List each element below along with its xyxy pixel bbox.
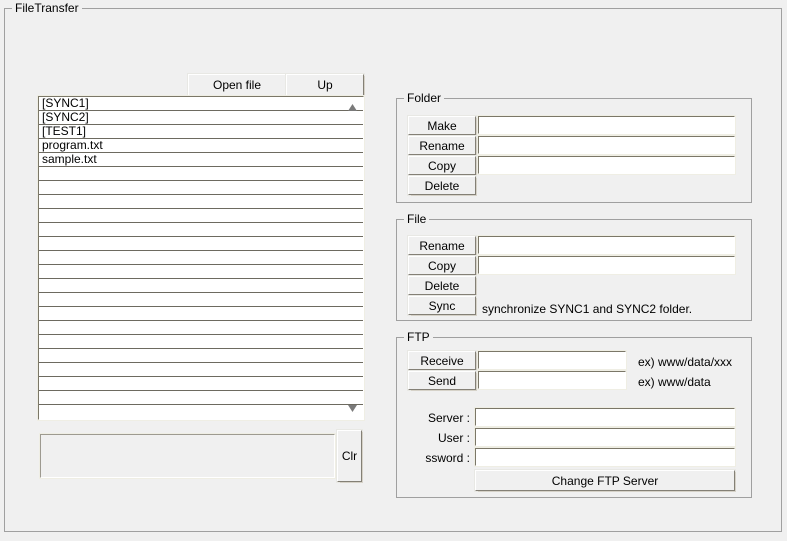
file-rename-input[interactable]	[478, 236, 735, 254]
file-list-empty-row[interactable]	[39, 279, 363, 293]
file-list-empty-row[interactable]	[39, 321, 363, 335]
folder-copy-input[interactable]	[478, 156, 735, 174]
page-title: FileTransfer	[12, 1, 82, 15]
log-output[interactable]	[40, 434, 335, 478]
folder-group-title: Folder	[404, 91, 444, 105]
ftp-user-input[interactable]	[475, 428, 735, 446]
file-list-item[interactable]: [SYNC1]	[39, 97, 363, 111]
ftp-send-input[interactable]	[478, 371, 626, 389]
ftp-receive-example-label: ex) www/data/xxx	[638, 355, 732, 369]
file-sync-button[interactable]: Sync	[408, 296, 476, 315]
folder-copy-button[interactable]: Copy	[408, 156, 476, 175]
folder-make-button[interactable]: Make	[408, 116, 476, 135]
file-list-empty-row[interactable]	[39, 265, 363, 279]
ftp-user-label: User :	[380, 431, 470, 445]
file-group-title: File	[404, 212, 429, 226]
file-list-empty-row[interactable]	[39, 195, 363, 209]
file-list-empty-row[interactable]	[39, 251, 363, 265]
file-copy-button[interactable]: Copy	[408, 256, 476, 275]
file-list-item[interactable]: [SYNC2]	[39, 111, 363, 125]
file-list-item[interactable]: [TEST1]	[39, 125, 363, 139]
file-transfer-window: FileTransfer Open file Up [SYNC1][SYNC2]…	[0, 0, 787, 541]
ftp-send-button[interactable]: Send	[408, 371, 476, 390]
file-list-rows: [SYNC1][SYNC2][TEST1]program.txtsample.t…	[39, 97, 363, 405]
clear-log-button[interactable]: Clr	[337, 430, 362, 482]
file-list[interactable]: [SYNC1][SYNC2][TEST1]program.txtsample.t…	[38, 96, 364, 420]
ftp-receive-button[interactable]: Receive	[408, 351, 476, 370]
file-list-empty-row[interactable]	[39, 391, 363, 405]
folder-delete-button[interactable]: Delete	[408, 176, 476, 195]
file-rename-button[interactable]: Rename	[408, 236, 476, 255]
file-list-empty-row[interactable]	[39, 377, 363, 391]
ftp-password-label: ssword :	[380, 451, 470, 465]
ftp-send-example-label: ex) www/data	[638, 375, 711, 389]
file-list-empty-row[interactable]	[39, 167, 363, 181]
file-list-empty-row[interactable]	[39, 293, 363, 307]
ftp-group-title: FTP	[404, 330, 433, 344]
file-list-empty-row[interactable]	[39, 223, 363, 237]
file-list-empty-row[interactable]	[39, 363, 363, 377]
sync-hint-label: synchronize SYNC1 and SYNC2 folder.	[482, 302, 692, 316]
file-list-empty-row[interactable]	[39, 209, 363, 223]
file-list-item[interactable]: sample.txt	[39, 153, 363, 167]
up-button[interactable]: Up	[286, 74, 364, 96]
file-list-empty-row[interactable]	[39, 335, 363, 349]
folder-make-input[interactable]	[478, 116, 735, 134]
file-list-item[interactable]: program.txt	[39, 139, 363, 153]
change-ftp-server-button[interactable]: Change FTP Server	[475, 470, 735, 491]
ftp-server-input[interactable]	[475, 408, 735, 426]
folder-rename-button[interactable]: Rename	[408, 136, 476, 155]
file-delete-button[interactable]: Delete	[408, 276, 476, 295]
file-list-empty-row[interactable]	[39, 349, 363, 363]
folder-rename-input[interactable]	[478, 136, 735, 154]
open-file-button[interactable]: Open file	[188, 74, 286, 96]
file-list-empty-row[interactable]	[39, 307, 363, 321]
file-list-empty-row[interactable]	[39, 237, 363, 251]
triangle-down-icon[interactable]	[348, 405, 357, 412]
triangle-up-icon[interactable]	[348, 104, 357, 111]
file-list-empty-row[interactable]	[39, 181, 363, 195]
ftp-server-label: Server :	[380, 411, 470, 425]
ftp-receive-input[interactable]	[478, 351, 626, 369]
file-copy-input[interactable]	[478, 256, 735, 274]
ftp-password-input[interactable]	[475, 448, 735, 466]
